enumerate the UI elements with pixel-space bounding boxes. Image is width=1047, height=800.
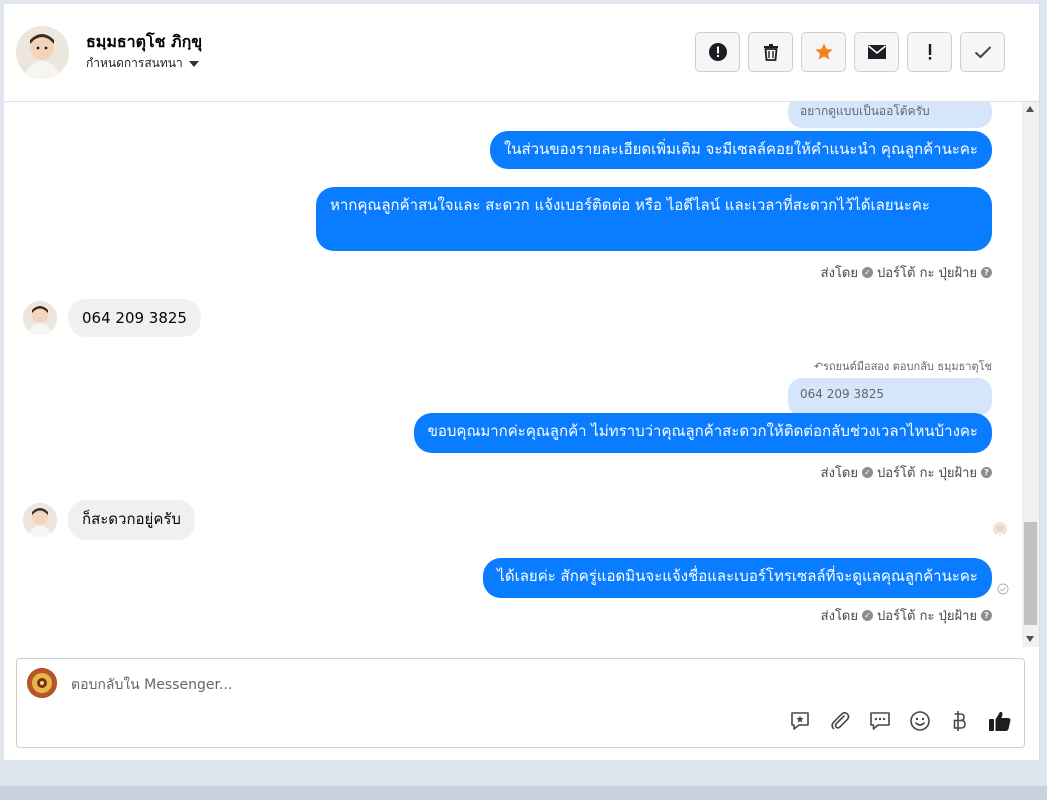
thumbs-up-icon [989, 711, 1011, 731]
star-icon [815, 43, 832, 60]
sent-by-label: ส่งโดย ✓ ปอร์โต้ กะ ปุ่ยฝ้าย ? [821, 262, 992, 283]
contact-avatar-small [23, 301, 57, 335]
star-button[interactable] [801, 32, 846, 72]
mark-unread-button[interactable] [854, 32, 899, 72]
reply-arrow-icon: ↶ [813, 360, 824, 373]
conversation-panel: ธมฺมธาตุโช ภิกฺขุ กำหนดการสนทนา อยากดูแบ… [4, 4, 1040, 760]
scroll-down-arrow-icon[interactable] [1026, 636, 1034, 642]
conversation-header: ธมฺมธาตุโช ภิกฺขุ กำหนดการสนทนา [4, 4, 1039, 102]
emoji-icon [910, 711, 930, 731]
message-text: ในส่วนของรายละเอียดเพิ่มเติม จะมีเซลล์คอ… [503, 140, 978, 158]
message-text: ขอบคุณมากค่ะคุณลูกค้า ไม่ทราบว่าคุณลูกค้… [427, 422, 978, 440]
message-bubble-outgoing[interactable]: หากคุณลูกค้าสนใจและ สะดวก แจ้งเบอร์ติดต่… [316, 187, 992, 251]
alert-circle-button[interactable] [695, 32, 740, 72]
sender-name[interactable]: ปอร์โต้ กะ ปุ่ยฝ้าย [877, 262, 977, 283]
scroll-up-arrow-icon[interactable] [1026, 106, 1034, 112]
assign-label: กำหนดการสนทนา [86, 56, 183, 70]
like-button[interactable] [988, 709, 1012, 733]
sent-by-label: ส่งโดย ✓ ปอร์โต้ กะ ปุ่ยฝ้าย ? [821, 605, 992, 626]
spam-button[interactable] [907, 32, 952, 72]
saved-reply-icon [791, 712, 809, 730]
message-thread[interactable]: อยากดูแบบเป็นออโต้ครับ ในส่วนของรายละเอี… [4, 102, 1022, 647]
message-text: หากคุณลูกค้าสนใจและ สะดวก แจ้งเบอร์ติดต่… [330, 196, 930, 214]
contact-avatar[interactable] [16, 26, 69, 79]
contact-avatar-small [23, 503, 57, 537]
message-bubble-incoming[interactable]: 064 209 3825 [68, 299, 201, 337]
message-text: 064 209 3825 [82, 309, 187, 327]
caret-down-icon [188, 60, 199, 67]
attachment-icon [831, 711, 850, 730]
help-icon[interactable]: ? [981, 267, 992, 278]
payment-button[interactable] [948, 709, 972, 733]
trash-icon [763, 44, 778, 61]
page-avatar [27, 668, 57, 698]
os-taskbar [0, 786, 1047, 800]
check-icon [974, 46, 991, 59]
verified-badge-icon: ✓ [862, 467, 873, 478]
message-text: ก็สะดวกอยู่ครับ [82, 510, 181, 528]
sender-name[interactable]: ปอร์โต้ กะ ปุ่ยฝ้าย [877, 462, 977, 483]
chat-bubbles-icon [870, 712, 890, 730]
contact-name: ธมฺมธาตุโช ภิกฺขุ [86, 32, 203, 51]
verified-badge-icon: ✓ [862, 610, 873, 621]
help-icon[interactable]: ? [981, 467, 992, 478]
delete-button[interactable] [748, 32, 793, 72]
seen-avatar-icon [993, 522, 1007, 536]
message-bubble-incoming[interactable]: ก็สะดวกอยู่ครับ [68, 500, 195, 540]
quoted-message: 064 209 3825 [788, 378, 992, 416]
delivered-check-icon [997, 580, 1009, 599]
message-bubble-outgoing[interactable]: ในส่วนของรายละเอียดเพิ่มเติม จะมีเซลล์คอ… [489, 131, 992, 169]
message-bubble-outgoing[interactable]: ขอบคุณมากค่ะคุณลูกค้า ไม่ทราบว่าคุณลูกค้… [413, 413, 992, 453]
scrollbar-thumb[interactable] [1024, 522, 1037, 625]
baht-icon [953, 711, 966, 731]
header-actions [695, 32, 1005, 72]
quoted-message-text: อยากดูแบบเป็นออโต้ครับ [800, 104, 930, 118]
help-icon[interactable]: ? [981, 610, 992, 621]
done-button[interactable] [960, 32, 1005, 72]
composer-tools [788, 709, 1012, 733]
sent-by-label: ส่งโดย ✓ ปอร์โต้ กะ ปุ่ยฝ้าย ? [821, 462, 992, 483]
assign-conversation-dropdown[interactable]: กำหนดการสนทนา [86, 54, 199, 73]
attach-button[interactable] [828, 709, 852, 733]
message-bubble-outgoing[interactable]: ได้เลยค่ะ สักครู่แอดมินจะแจ้งชื่อและเบอร… [483, 558, 992, 598]
emoji-button[interactable] [908, 709, 932, 733]
sender-name[interactable]: ปอร์โต้ กะ ปุ่ยฝ้าย [877, 605, 977, 626]
mail-icon [867, 45, 886, 59]
verified-badge-icon: ✓ [862, 267, 873, 278]
quoted-message: อยากดูแบบเป็นออโต้ครับ [788, 102, 992, 128]
saved-reply-button[interactable] [788, 709, 812, 733]
reply-composer [16, 658, 1025, 748]
reply-input[interactable] [71, 675, 671, 695]
alert-circle-icon [708, 43, 727, 61]
thread-scrollbar[interactable] [1022, 102, 1039, 647]
quoted-message-text: 064 209 3825 [800, 387, 884, 401]
reply-indicator: ↶รถยนต์มือสอง ตอบกลับ ธมฺมธาตุโช [813, 360, 992, 373]
quick-reply-button[interactable] [868, 709, 892, 733]
message-text: ได้เลยค่ะ สักครู่แอดมินจะแจ้งชื่อและเบอร… [497, 567, 978, 585]
exclamation-icon [928, 44, 931, 60]
